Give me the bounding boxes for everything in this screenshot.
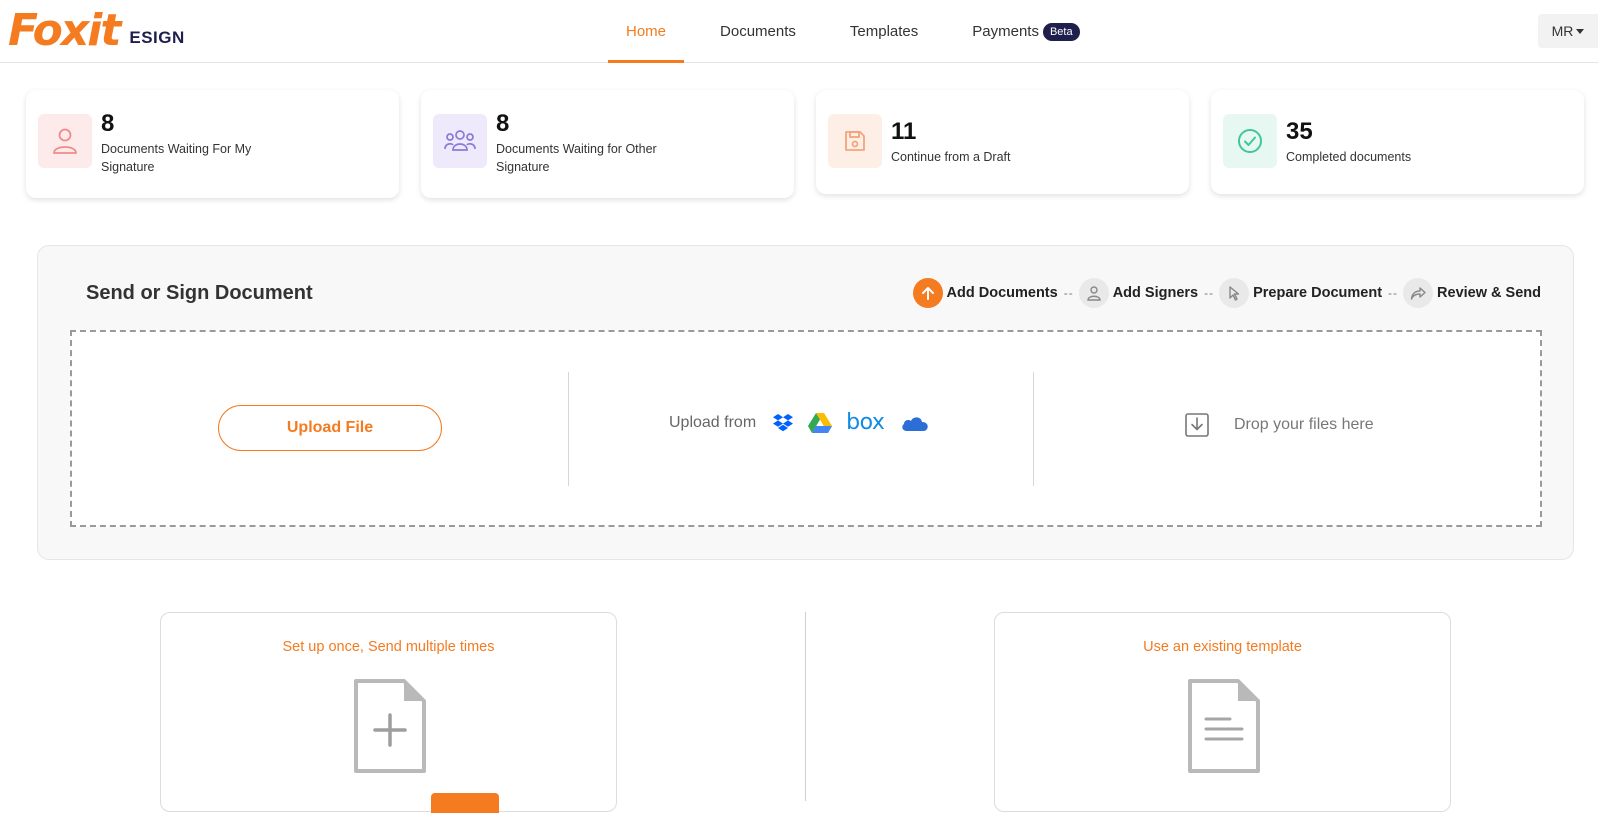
stat-card-completed[interactable]: 35 Completed documents (1211, 90, 1584, 194)
stat-card-drafts[interactable]: 11 Continue from a Draft (816, 90, 1189, 194)
box-icon[interactable]: box (846, 409, 885, 435)
stat-label: Documents Waiting for Other Signature (496, 142, 657, 174)
workflow-steps: Add Documents -- Add Signers -- Prepare … (912, 278, 1541, 308)
check-circle-icon (1223, 114, 1277, 168)
upload-file-button[interactable]: Upload File (218, 405, 442, 451)
top-header: Foxit ESIGN Home Documents Templates Pay… (0, 0, 1598, 63)
file-dropzone[interactable]: Upload File Upload from box Drop your fi… (70, 330, 1542, 527)
nav-payments[interactable]: Payments Beta (954, 0, 1097, 63)
stat-card-waiting-my-signature[interactable]: 8 Documents Waiting For My Signature (26, 90, 399, 198)
nav-documents[interactable]: Documents (702, 0, 814, 63)
upload-from-label: Upload from (669, 413, 757, 431)
stat-label: Completed documents (1286, 150, 1412, 164)
step-label: Prepare Document (1253, 285, 1383, 301)
step-prepare-document[interactable]: Prepare Document (1219, 278, 1382, 308)
document-lines-icon (1186, 677, 1262, 780)
step-review-send[interactable]: Review & Send (1403, 278, 1541, 308)
foxit-logo[interactable]: Foxit ESIGN (8, 6, 185, 56)
drop-files-area[interactable]: Drop your files here (1184, 412, 1374, 438)
box-logo-text: box (846, 409, 885, 435)
dropzone-divider (568, 372, 569, 486)
cursor-icon (1219, 278, 1250, 308)
step-add-documents[interactable]: Add Documents (912, 278, 1058, 308)
chevron-down-icon (1576, 28, 1585, 34)
step-separator: -- (1388, 286, 1399, 300)
nav-templates-label: Templates (849, 23, 919, 40)
stat-count: 8 (496, 110, 510, 137)
step-label: Add Documents (946, 285, 1058, 301)
template-card-title: Set up once, Send multiple times (282, 639, 495, 655)
user-menu-button[interactable]: MR (1538, 14, 1598, 48)
upload-from-sources: Upload from box (669, 409, 930, 435)
step-add-signers[interactable]: Add Signers (1078, 278, 1199, 308)
main-nav: Home Documents Templates Payments Beta (608, 0, 1098, 63)
download-tray-icon (1184, 412, 1210, 438)
step-label: Add Signers (1112, 285, 1199, 301)
user-icon (1078, 278, 1109, 308)
step-label: Review & Send (1437, 285, 1541, 301)
section-divider (805, 612, 806, 801)
save-icon (828, 114, 882, 168)
nav-payments-label: Payments (972, 23, 1039, 40)
nav-documents-label: Documents (720, 23, 796, 40)
add-document-icon (352, 677, 428, 780)
partial-action-button[interactable] (431, 793, 499, 813)
logo-word: Foxit (8, 5, 121, 56)
dropzone-divider (1033, 372, 1034, 486)
panel-title: Send or Sign Document (86, 282, 313, 304)
user-initials: MR (1551, 23, 1574, 39)
step-separator: -- (1204, 286, 1215, 300)
nav-templates[interactable]: Templates (832, 0, 936, 63)
step-separator: -- (1063, 286, 1074, 300)
template-card-setup-once[interactable]: Set up once, Send multiple times (160, 612, 617, 812)
drop-files-label: Drop your files here (1234, 416, 1374, 433)
share-arrow-icon (1403, 278, 1434, 308)
stat-card-waiting-other-signature[interactable]: 8 Documents Waiting for Other Signature (421, 90, 794, 198)
template-card-existing[interactable]: Use an existing template (994, 612, 1451, 812)
user-icon (38, 114, 92, 168)
stat-label: Continue from a Draft (891, 150, 1011, 164)
nav-home[interactable]: Home (608, 0, 685, 63)
logo-product: ESIGN (129, 28, 185, 47)
stat-label: Documents Waiting For My Signature (101, 142, 252, 174)
beta-badge: Beta (1042, 22, 1080, 41)
google-drive-icon[interactable] (808, 412, 833, 433)
stat-count: 11 (891, 118, 917, 145)
template-card-title: Use an existing template (1143, 639, 1302, 655)
upload-arrow-icon (912, 278, 943, 308)
send-sign-panel: Send or Sign Document Add Documents -- A… (37, 245, 1574, 560)
dropbox-icon[interactable] (772, 413, 794, 433)
onedrive-icon[interactable] (900, 414, 930, 432)
stat-count: 8 (101, 110, 115, 137)
group-icon (433, 114, 487, 168)
stat-count: 35 (1286, 118, 1313, 145)
nav-home-label: Home (626, 23, 667, 40)
